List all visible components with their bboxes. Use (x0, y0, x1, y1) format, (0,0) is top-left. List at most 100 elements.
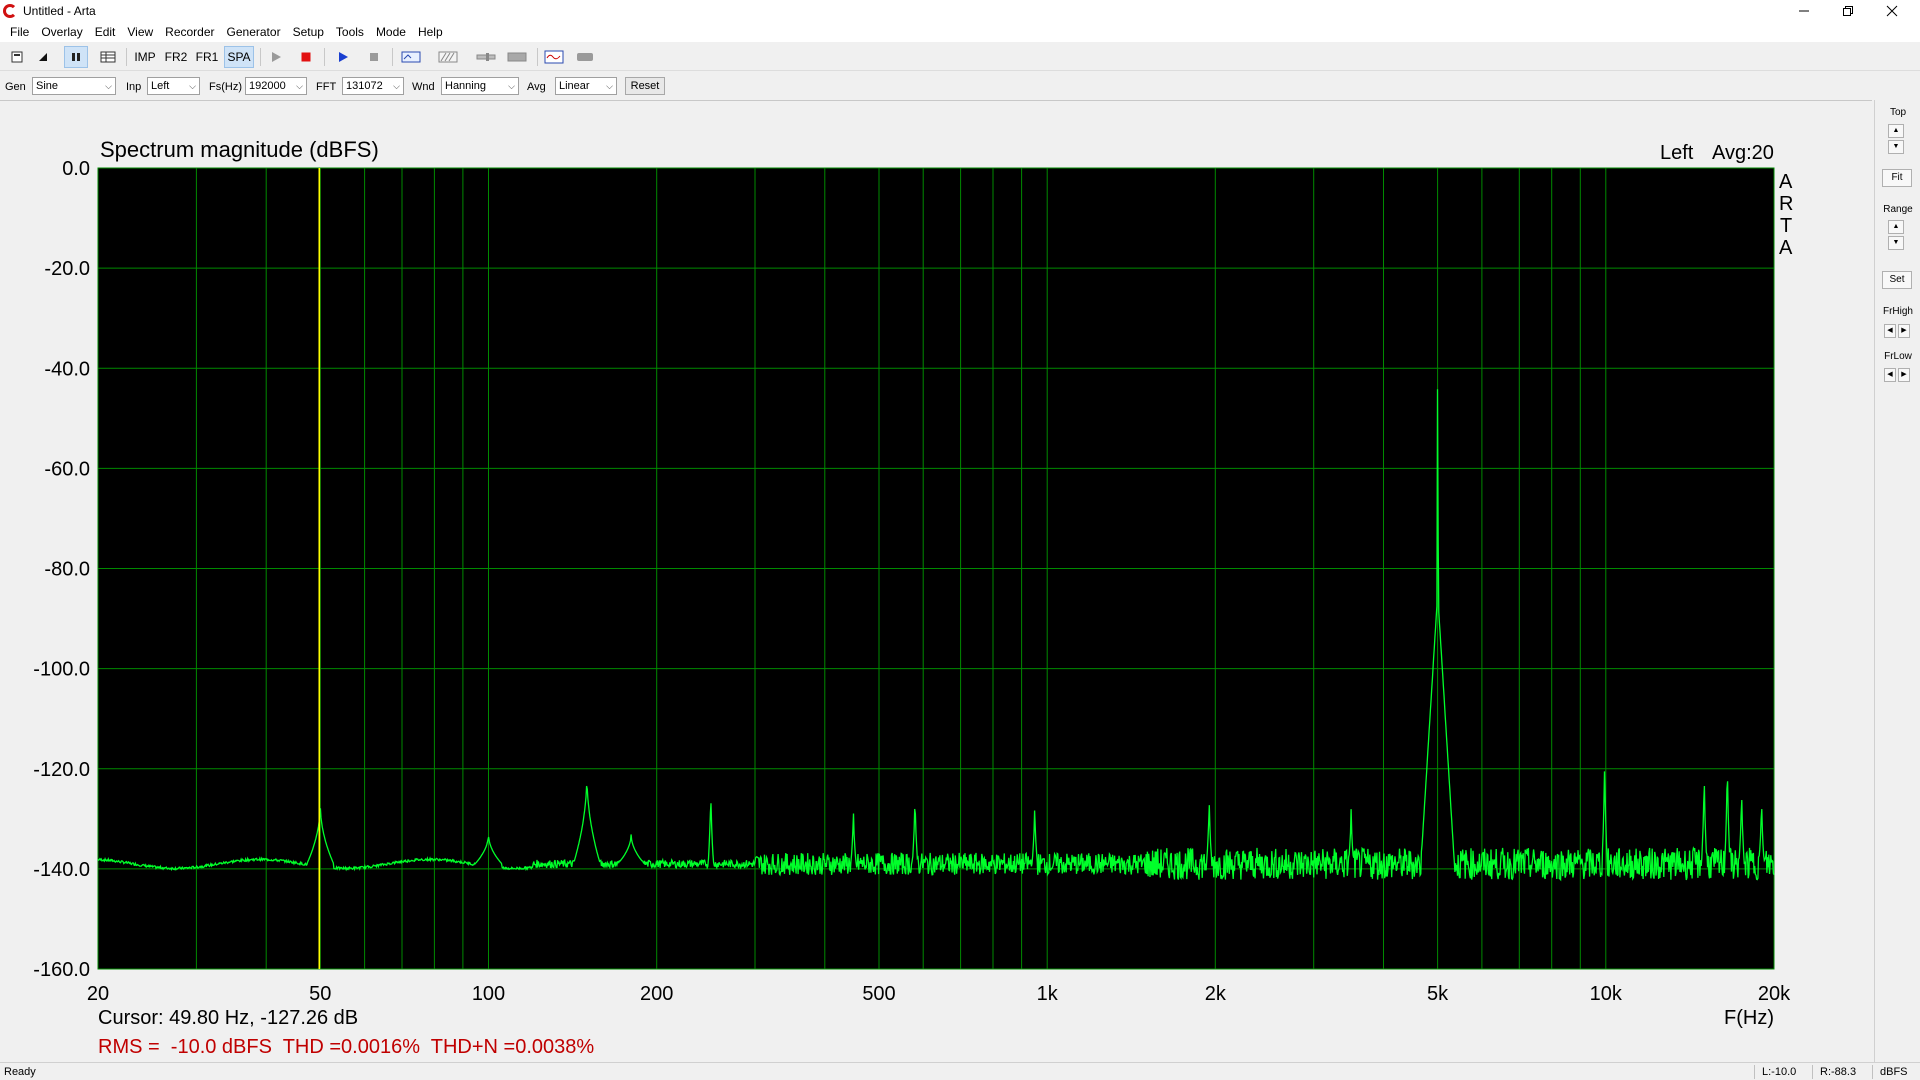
set-button[interactable]: Set (1882, 271, 1912, 289)
y-tick-label: -80.0 (44, 559, 90, 581)
x-unit-label: F(Hz) (1724, 1007, 1774, 1029)
generator-stop-button[interactable] (296, 46, 316, 68)
x-axis-labels: 20 50 100 200 500 1k 2k 5k 10k 20k (87, 983, 1791, 1005)
top-down-button[interactable]: ▼ (1888, 140, 1904, 154)
scope-button[interactable] (542, 46, 566, 68)
status-left-level: L:-10.0 (1762, 1066, 1797, 1078)
window-value: Hanning (445, 80, 486, 92)
minimize-icon (1799, 10, 1809, 12)
chevron-down-icon: ⌵ (508, 81, 515, 91)
frlow-label: FrLow (1884, 351, 1912, 362)
fr1-mode-button[interactable]: FR1 (193, 46, 221, 68)
reset-button[interactable]: Reset (625, 77, 665, 95)
rec-settings-button[interactable] (399, 46, 423, 68)
y-tick-label: -40.0 (44, 358, 90, 380)
close-button[interactable] (1870, 0, 1914, 22)
chevron-down-icon: ⌵ (393, 81, 400, 91)
range-up-button[interactable]: ▲ (1888, 220, 1904, 234)
menu-generator[interactable]: Generator (221, 22, 287, 42)
menu-tools[interactable]: Tools (330, 22, 370, 42)
menu-help[interactable]: Help (412, 22, 449, 42)
frhigh-right-button[interactable]: ▶ (1898, 324, 1910, 338)
fit-button[interactable]: Fit (1882, 169, 1912, 187)
restore-icon (1843, 6, 1853, 16)
range-down-button[interactable]: ▼ (1888, 236, 1904, 250)
x-tick-label: 500 (862, 983, 895, 1005)
frhigh-left-button[interactable]: ◀ (1884, 324, 1896, 338)
y-tick-label: 0.0 (62, 158, 90, 180)
inp-label: Inp (126, 81, 142, 93)
y-tick-label: -120.0 (33, 759, 90, 781)
window-select[interactable]: Hanning ⌵ (441, 77, 519, 95)
frlow-right-button[interactable]: ▶ (1898, 368, 1910, 382)
new-button[interactable] (6, 46, 28, 68)
samplerate-select[interactable]: 192000 ⌵ (245, 77, 307, 95)
spa-mode-button[interactable]: SPA (224, 46, 254, 68)
menu-view[interactable]: View (121, 22, 159, 42)
record-stop-button[interactable] (364, 46, 384, 68)
status-bar: Ready L:-10.0 R:-88.3 dBFS (0, 1062, 1920, 1080)
frhigh-label: FrHigh (1882, 306, 1913, 317)
x-tick-label: 1k (1037, 983, 1059, 1005)
window-title: Untitled - Arta (23, 4, 96, 18)
y-tick-label: -100.0 (33, 659, 90, 681)
side-letter-a2: A (1779, 237, 1793, 259)
top-label: Top (1889, 107, 1907, 118)
generator-play-button[interactable] (266, 46, 286, 68)
x-tick-label: 100 (472, 983, 505, 1005)
menu-setup[interactable]: Setup (287, 22, 330, 42)
menu-recorder[interactable]: Recorder (159, 22, 220, 42)
side-letter-t: T (1780, 215, 1792, 237)
open-button[interactable] (32, 46, 54, 68)
status-right-level: R:-88.3 (1820, 1066, 1857, 1078)
menu-bar: File Overlay Edit View Recorder Generato… (0, 22, 1920, 42)
restore-button[interactable] (1826, 0, 1870, 22)
imp-mode-button[interactable]: IMP (132, 46, 158, 68)
chart-title: Spectrum magnitude (dBFS) (100, 137, 379, 162)
wnd-label: Wnd (412, 81, 435, 93)
avg-count-label: Avg:20 (1712, 142, 1774, 164)
input-select[interactable]: Left ⌵ (147, 77, 200, 95)
range-label: Range (1883, 204, 1913, 215)
pause-button[interactable] (64, 46, 88, 68)
spectrogram-button[interactable] (436, 46, 460, 68)
x-tick-label: 5k (1427, 983, 1449, 1005)
spectrum-chart[interactable]: Spectrum magnitude (dBFS) Left Avg:20 0.… (0, 100, 1872, 1062)
fs-label: Fs(Hz) (209, 81, 242, 93)
input-value: Left (151, 80, 170, 92)
fft-size-select[interactable]: 131072 ⌵ (342, 77, 404, 95)
oscilloscope-icon (544, 50, 564, 64)
averaging-select[interactable]: Linear ⌵ (555, 77, 617, 95)
open-icon (39, 53, 47, 61)
y-tick-label: -160.0 (33, 959, 90, 981)
thd-stats: RMS = -10.0 dBFS THD =0.0016% THD+N =0.0… (98, 1036, 594, 1058)
close-icon (1886, 5, 1898, 17)
spectrogram-icon (438, 51, 458, 63)
minimize-button[interactable] (1782, 0, 1826, 22)
level-button[interactable] (505, 46, 529, 68)
top-up-button[interactable]: ▲ (1888, 124, 1904, 138)
y-tick-label: -140.0 (33, 859, 90, 881)
meter-button[interactable] (474, 46, 498, 68)
misc-gray-icon (577, 53, 593, 61)
menu-overlay[interactable]: Overlay (35, 22, 88, 42)
status-ready: Ready (4, 1066, 36, 1078)
avg-label: Avg (527, 81, 546, 93)
menu-file[interactable]: File (4, 22, 35, 42)
menu-edit[interactable]: Edit (89, 22, 122, 42)
play-gray-icon (272, 52, 281, 62)
chevron-down-icon: ⌵ (296, 81, 303, 91)
side-letter-a1: A (1779, 171, 1793, 193)
record-start-button[interactable] (333, 46, 353, 68)
rec-display-icon (401, 51, 421, 63)
y-tick-label: -60.0 (44, 458, 90, 480)
play-blue-icon (339, 52, 348, 62)
side-letter-r: R (1779, 193, 1793, 215)
generator-select[interactable]: Sine ⌵ (32, 77, 116, 95)
table-view-button[interactable] (96, 46, 120, 68)
fr2-mode-button[interactable]: FR2 (162, 46, 190, 68)
menu-mode[interactable]: Mode (370, 22, 412, 42)
frlow-left-button[interactable]: ◀ (1884, 368, 1896, 382)
misc-button[interactable] (573, 46, 597, 68)
title-bar: Untitled - Arta (0, 0, 1920, 22)
